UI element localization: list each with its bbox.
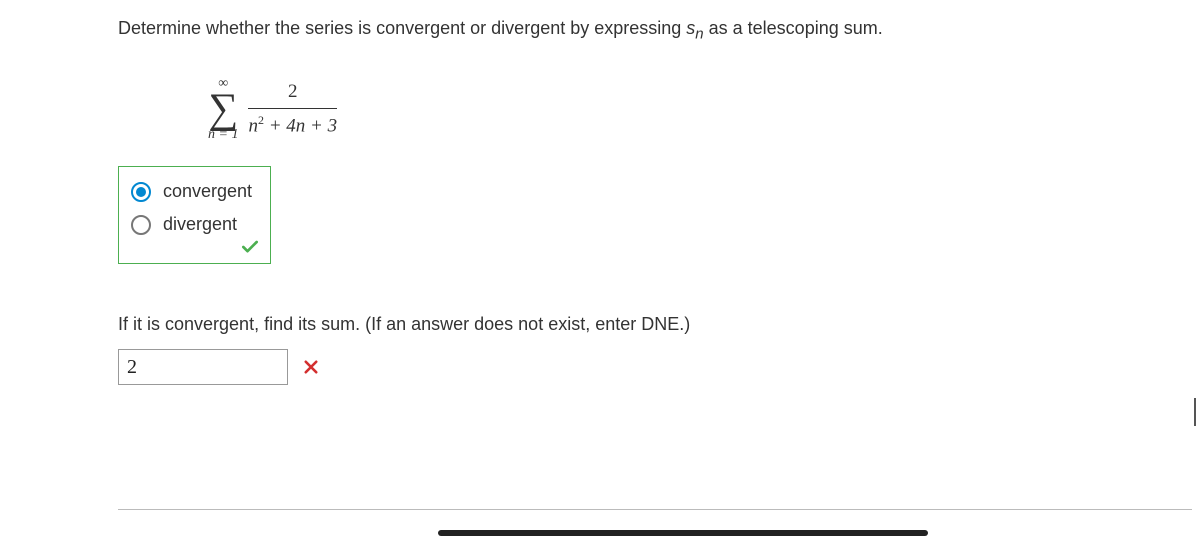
sigma-expression: ∞ ∑ n = 1 2 n2 + 4n + 3 (208, 77, 337, 143)
right-edge-mark (1192, 398, 1196, 426)
sigma-lower: n = 1 (208, 128, 238, 142)
prompt-suffix: as a telescoping sum. (704, 18, 883, 38)
answer-row (118, 349, 1200, 385)
option-convergent[interactable]: convergent (131, 181, 252, 202)
option-divergent[interactable]: divergent (131, 214, 252, 235)
fraction: 2 n2 + 4n + 3 (248, 81, 337, 138)
scrollbar-track[interactable] (118, 530, 1200, 538)
part2-prompt: If it is convergent, find its sum. (If a… (118, 314, 1200, 335)
question-prompt: Determine whether the series is converge… (118, 18, 1200, 43)
question-container: Determine whether the series is converge… (0, 0, 1200, 385)
numerator: 2 (288, 81, 298, 108)
sigma-block: ∞ ∑ n = 1 (208, 77, 238, 143)
option-label-divergent: divergent (163, 214, 237, 235)
prompt-prefix: Determine whether the series is converge… (118, 18, 686, 38)
scrollbar-thumb[interactable] (438, 530, 928, 536)
denominator: n2 + 4n + 3 (248, 109, 337, 138)
options-group: convergent divergent (118, 166, 271, 264)
radio-selected-icon (131, 182, 151, 202)
option-label-convergent: convergent (163, 181, 252, 202)
sum-input[interactable] (118, 349, 288, 385)
series-formula: ∞ ∑ n = 1 2 n2 + 4n + 3 (208, 71, 1200, 143)
radio-unselected-icon (131, 215, 151, 235)
check-icon (240, 237, 260, 257)
divider (118, 509, 1192, 510)
sigma-symbol: ∑ (208, 91, 238, 129)
x-icon (302, 358, 320, 376)
prompt-var: sn (686, 18, 703, 38)
